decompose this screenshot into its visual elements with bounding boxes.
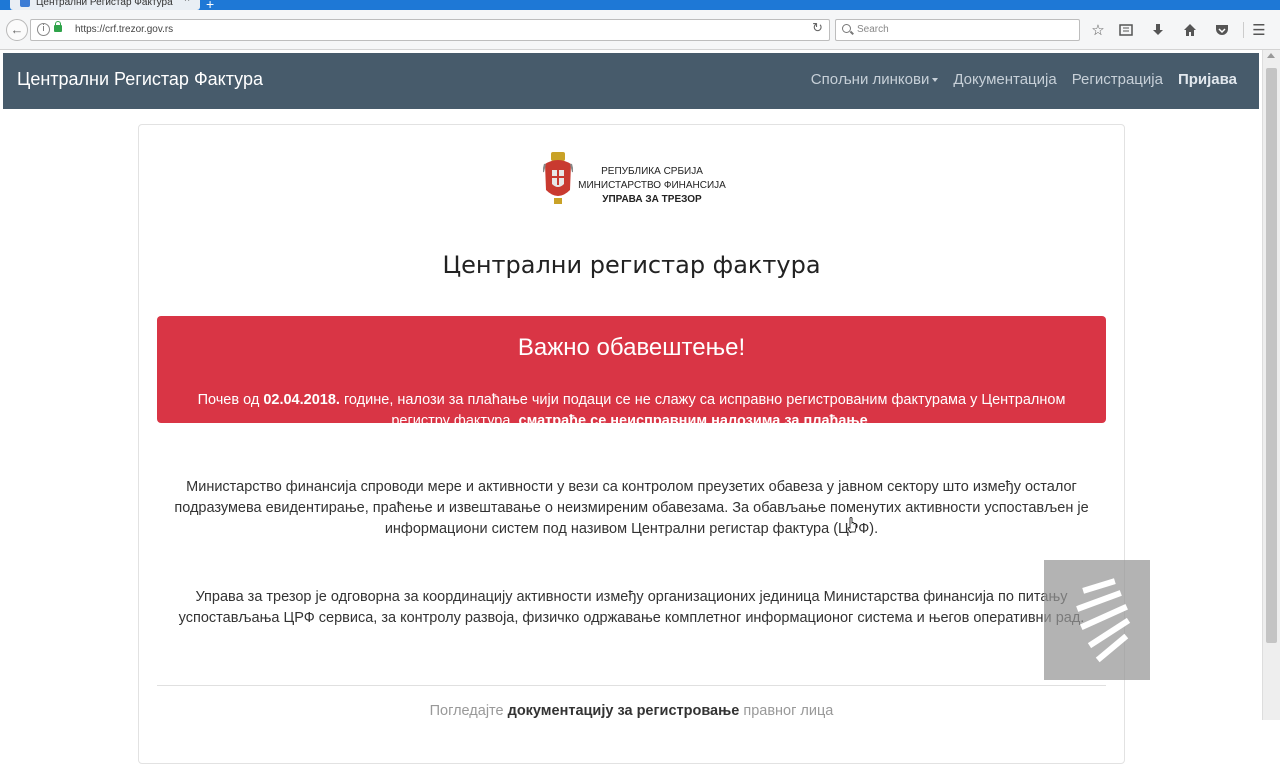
mouse-cursor-icon — [847, 517, 857, 533]
footer-prefix: Погледајте — [429, 703, 508, 719]
serbia-coat-of-arms-icon — [543, 152, 573, 204]
nav-external-links-dropdown[interactable]: Спољни линкови — [811, 71, 939, 88]
reload-icon[interactable]: ↻ — [812, 21, 823, 36]
close-tab-icon[interactable]: × — [184, 0, 190, 5]
alert-text-start: Почев од — [197, 392, 264, 408]
browser-tab-bar: Централни Регистар Фактура × + — [0, 0, 1280, 12]
url-text[interactable]: https://crf.trezor.gov.rs — [75, 24, 173, 35]
search-input[interactable]: Search — [835, 19, 1080, 41]
ministry-line-ministry: МИНИСТАРСТВО ФИНАНСИЈА — [578, 180, 726, 191]
alert-text-bold: сматраће се неисправним налозима за плаћ… — [518, 413, 868, 429]
star-icon[interactable]: ☆ — [1088, 20, 1108, 40]
page-scrollbar[interactable] — [1262, 50, 1280, 720]
nav-label-external-links: Спољни линкови — [810, 71, 930, 88]
page-title: Централни регистар фактура — [442, 251, 821, 279]
home-icon[interactable] — [1180, 20, 1200, 40]
intro-paragraph: Министарство финансија спроводи мере и а… — [174, 479, 1089, 537]
ministry-line-republic: РЕПУБЛИКА СРБИЈА — [601, 166, 703, 177]
page-viewport: Централни Регистар Фактура Спољни линков… — [0, 50, 1280, 764]
scroll-thumb[interactable] — [1266, 68, 1277, 643]
alert-text: Почев од 02.04.2018. године, налози за п… — [177, 390, 1086, 432]
nav-registration[interactable]: Регистрација — [1072, 71, 1163, 88]
documentation-footer: Погледајте документацију за регистровање… — [139, 703, 1124, 719]
watermark-logo — [1044, 560, 1150, 680]
divider — [157, 685, 1106, 686]
nav-links: Спољни линкови Документација Регистрациј… — [811, 71, 1237, 88]
browser-tab[interactable]: Централни Регистар Фактура × — [10, 0, 200, 10]
caret-down-icon — [932, 78, 939, 83]
important-notice-alert: Важно обавештење! Почев од 02.04.2018. г… — [157, 316, 1106, 429]
info-icon[interactable]: i — [37, 23, 50, 36]
favicon-icon — [20, 0, 30, 7]
nav-documentation[interactable]: Документација — [953, 71, 1056, 88]
main-card: РЕПУБЛИКА СРБИЈА МИНИСТАРСТВО ФИНАНСИЈА … — [138, 124, 1125, 764]
ministry-heading: РЕПУБЛИКА СРБИЈА МИНИСТАРСТВО ФИНАНСИЈА … — [577, 165, 727, 207]
alert-title: Важно обавештење! — [517, 334, 746, 361]
lock-icon[interactable] — [54, 21, 62, 32]
ministry-line-treasury: УПРАВА ЗА ТРЕЗОР — [602, 194, 702, 205]
documentation-link[interactable]: документацију за регистровање — [508, 703, 740, 719]
tab-title: Централни Регистар Фактура — [36, 0, 173, 8]
nav-login[interactable]: Пријава — [1178, 71, 1237, 88]
alert-text-end: . — [867, 413, 872, 429]
scroll-up-icon[interactable] — [1267, 53, 1275, 58]
back-icon[interactable]: ← — [6, 19, 28, 41]
alert-date: 02.04.2018. — [263, 392, 340, 408]
browser-toolbar: ← i https://crf.trezor.gov.rs ↻ Search ☆… — [0, 10, 1280, 50]
menu-icon[interactable]: ☰ — [1249, 20, 1269, 40]
reading-list-icon[interactable] — [1116, 20, 1136, 40]
pocket-icon[interactable] — [1212, 20, 1232, 40]
address-bar[interactable]: i https://crf.trezor.gov.rs ↻ — [30, 19, 830, 41]
search-placeholder: Search — [857, 24, 889, 35]
footer-suffix: правног лица — [739, 703, 834, 719]
download-icon[interactable] — [1148, 20, 1168, 40]
search-icon — [842, 24, 851, 33]
toolbar-separator — [1243, 22, 1244, 38]
site-brand[interactable]: Централни Регистар Фактура — [17, 69, 263, 90]
treasury-paragraph: Управа за трезор је одговорна за координ… — [178, 589, 1085, 626]
site-navbar: Централни Регистар Фактура Спољни линков… — [3, 53, 1259, 109]
